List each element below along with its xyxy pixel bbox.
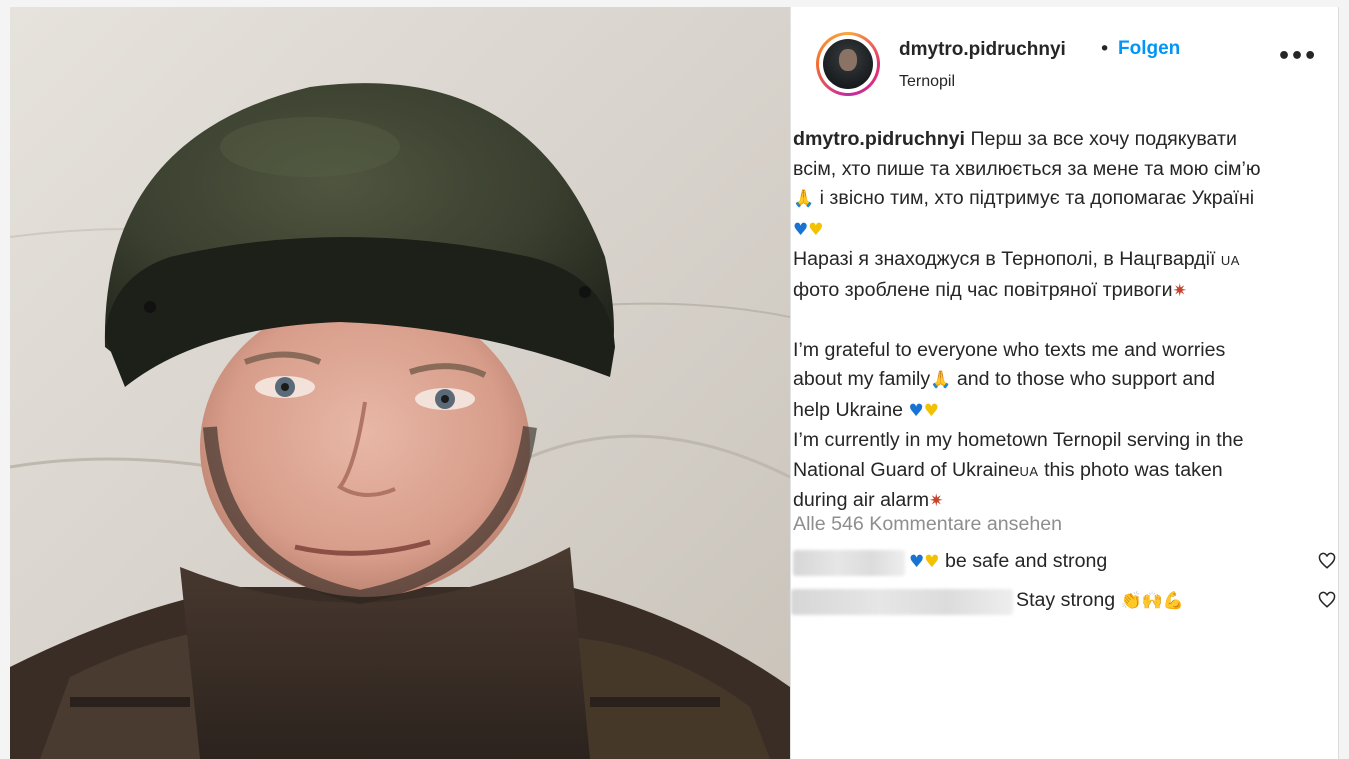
comment-row: ♥♥ be safe and strong [791, 548, 1338, 578]
pray-icon: 🙏 [793, 189, 815, 209]
post-header: dmytro.pidruchnyi • Folgen Ternopil ••• [791, 7, 1338, 119]
blue-heart-icon: ♥ [908, 400, 924, 421]
pray-icon: 🙏 [930, 370, 952, 390]
caption-line: Наразі я знаходжуся в Тернополі, в Нацгв… [793, 245, 1333, 276]
caption-text: this photo was taken [1044, 458, 1223, 481]
caption-line: фото зроблене під час повітряної тривоги… [793, 276, 1333, 307]
ukraine-flag-icon: UA [1019, 463, 1039, 479]
caption-line: National Guard of UkraineUA this photo w… [793, 456, 1333, 487]
comment-row: Stay strong 👏🙌💪 [791, 587, 1338, 617]
soldier-photo-illustration [10, 7, 790, 759]
caption-text: during air alarm [793, 489, 930, 511]
instagram-post-screenshot: dmytro.pidruchnyi • Folgen Ternopil ••• … [0, 0, 1349, 759]
caption-blank-line [793, 306, 1333, 336]
comment-text: be safe and strong [944, 550, 1108, 572]
caption-line: I’m currently in my hometown Ternopil se… [793, 426, 1333, 456]
clapping-hands-icon: 👏 [1120, 591, 1142, 611]
like-heart-icon[interactable] [1318, 552, 1336, 570]
anger-symbol-icon: ✷ [929, 491, 944, 511]
ukraine-flag-icon: UA [1220, 253, 1240, 268]
caption-text: Наразі я знаходжуся в Тернополі, в Нацгв… [793, 248, 1216, 270]
post-side-panel: dmytro.pidruchnyi • Folgen Ternopil ••• … [790, 7, 1339, 759]
caption-line: during air alarm✷ [793, 486, 1333, 517]
yellow-heart-icon: ♥ [924, 552, 940, 572]
post-caption: dmytro.pidruchnyi Перш за все хочу подяк… [793, 125, 1333, 517]
follow-button[interactable]: Folgen [1118, 38, 1180, 60]
caption-text: and to those who support and [956, 368, 1216, 390]
yellow-heart-icon: ♥ [923, 400, 939, 421]
caption-text: help Ukraine [793, 398, 904, 421]
comment-content: ♥♥ be safe and strong [909, 550, 1107, 573]
comment-content: Stay strong 👏🙌💪 [1016, 589, 1184, 612]
view-all-comments-link[interactable]: Alle 546 Kommentare ansehen [793, 513, 1062, 536]
post-username[interactable]: dmytro.pidruchnyi [899, 39, 1066, 61]
flexed-biceps-icon: 💪 [1162, 591, 1185, 611]
caption-text: фото зроблене під час повітряної тривоги [793, 278, 1173, 301]
caption-line: 🙏 і звісно тим, хто підтримує та допомаг… [793, 184, 1333, 215]
caption-line: всім, хто пише та хвилюється за мене та … [793, 155, 1333, 185]
blue-heart-icon: ♥ [793, 219, 809, 240]
raised-hands-icon: 🙌 [1141, 591, 1163, 611]
comment-username-blurred[interactable] [791, 589, 1013, 615]
comment-text: Stay strong [1016, 589, 1116, 611]
comment-username-blurred[interactable] [793, 550, 905, 576]
more-options-icon[interactable]: ••• [1277, 46, 1317, 68]
caption-text: I’m grateful to everyone who texts me an… [793, 338, 1226, 361]
avatar-image [823, 39, 873, 89]
caption-line: ♥♥ [793, 215, 1333, 246]
avatar-border [819, 35, 877, 93]
yellow-heart-icon: ♥ [808, 219, 824, 240]
blue-heart-icon: ♥ [909, 552, 925, 572]
caption-text: about my family [793, 368, 931, 390]
caption-line: help Ukraine ♥♥ [793, 396, 1333, 427]
caption-line: I’m grateful to everyone who texts me an… [793, 336, 1333, 366]
avatar[interactable] [816, 32, 880, 96]
caption-text: і звісно тим, хто підтримує та допомагає… [819, 187, 1255, 209]
caption-line: dmytro.pidruchnyi Перш за все хочу подяк… [793, 125, 1333, 155]
caption-text: I’m currently in my hometown Ternopil se… [793, 429, 1244, 451]
like-heart-icon[interactable] [1318, 591, 1336, 609]
post-location[interactable]: Ternopil [899, 73, 955, 91]
caption-line: about my family🙏 and to those who suppor… [793, 365, 1333, 396]
anger-symbol-icon: ✷ [1172, 280, 1187, 301]
caption-text: всім, хто пише та хвилюється за мене та … [793, 157, 1261, 180]
separator-dot: • [1099, 38, 1111, 60]
caption-username[interactable]: dmytro.pidruchnyi [793, 128, 965, 150]
caption-text: Перш за все хочу подякувати [970, 128, 1237, 150]
caption-text: National Guard of Ukraine [793, 458, 1020, 481]
post-photo[interactable] [10, 7, 790, 759]
